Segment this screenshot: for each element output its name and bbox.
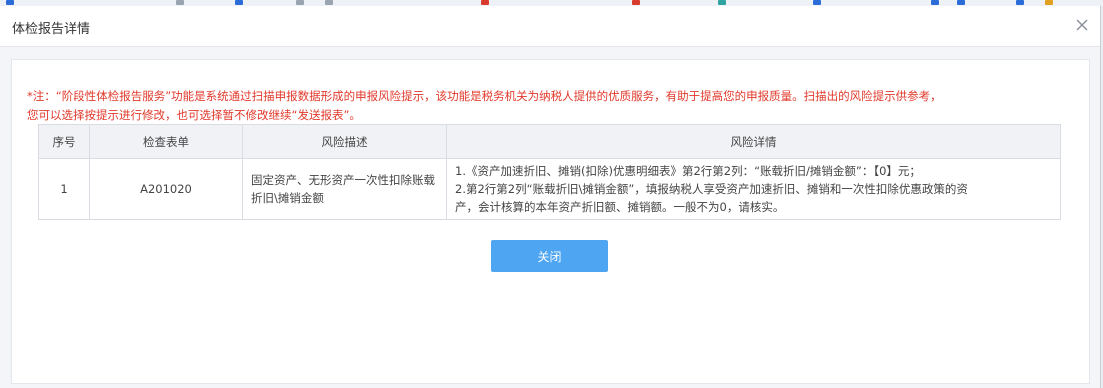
table-row: 1 A201020 固定资产、无形资产一次性扣除账载折旧\摊销金额 1.《资产加… [38, 158, 1061, 220]
toolbar-icon[interactable] [813, 0, 821, 5]
toolbar-icon[interactable] [718, 0, 726, 5]
close-icon[interactable] [1074, 17, 1090, 33]
toolbar-icon[interactable] [176, 0, 184, 5]
row-detail: 1.《资产加速折旧、摊销(扣除)优惠明细表》第2行第2列：“账载折旧/摊销金额”… [446, 158, 1061, 220]
toolbar-icon[interactable] [235, 0, 243, 5]
detail-line: 1.《资产加速折旧、摊销(扣除)优惠明细表》第2行第2列：“账载折旧/摊销金额”… [455, 164, 921, 178]
risk-table: 序号 检查表单 风险描述 风险详情 1 A201020 固定资产、无形资产一次性… [38, 124, 1061, 220]
row-form: A201020 [89, 158, 243, 220]
toolbar-icon[interactable] [957, 0, 965, 5]
detail-line: 2.第2行第2列“账载折旧\摊销金额”，填报纳税人享受资产加速折旧、摊销和一次性… [455, 182, 968, 196]
row-description: 固定资产、无形资产一次性扣除账载折旧\摊销金额 [242, 158, 447, 220]
notice-line: *注：“阶段性体检报告服务”功能是系统通过扫描申报数据形成的申报风险提示，该功能… [27, 89, 942, 103]
detail-line: 产，会计核算的本年资产折旧额、摊销额。一般不为0，请核实。 [455, 200, 785, 214]
toolbar-icon[interactable] [632, 0, 640, 5]
toolbar-icon[interactable] [1016, 0, 1024, 5]
dialog-title: 体检报告详情 [12, 22, 91, 37]
risk-notice: *注：“阶段性体检报告服务”功能是系统通过扫描申报数据形成的申报风险提示，该功能… [27, 87, 1067, 125]
column-header-form: 检查表单 [89, 124, 243, 159]
toolbar-icon[interactable] [481, 0, 489, 5]
table-header-row: 序号 检查表单 风险描述 风险详情 [38, 124, 1061, 159]
toolbar-icon[interactable] [296, 0, 304, 5]
toolbar-icon[interactable] [1045, 0, 1053, 5]
column-header-detail: 风险详情 [446, 124, 1061, 159]
column-header-description: 风险描述 [242, 124, 447, 159]
close-button[interactable]: 关闭 [491, 240, 608, 272]
toolbar-icon[interactable] [6, 0, 14, 5]
column-header-index: 序号 [38, 124, 90, 159]
notice-line: 您可以选择按提示进行修改，也可选择暂不修改继续“发送报表”。 [27, 108, 361, 122]
row-index: 1 [38, 158, 90, 220]
toolbar-icon[interactable] [325, 0, 333, 5]
toolbar-icon[interactable] [931, 0, 939, 5]
dialog-header: 体检报告详情 [0, 6, 1100, 47]
